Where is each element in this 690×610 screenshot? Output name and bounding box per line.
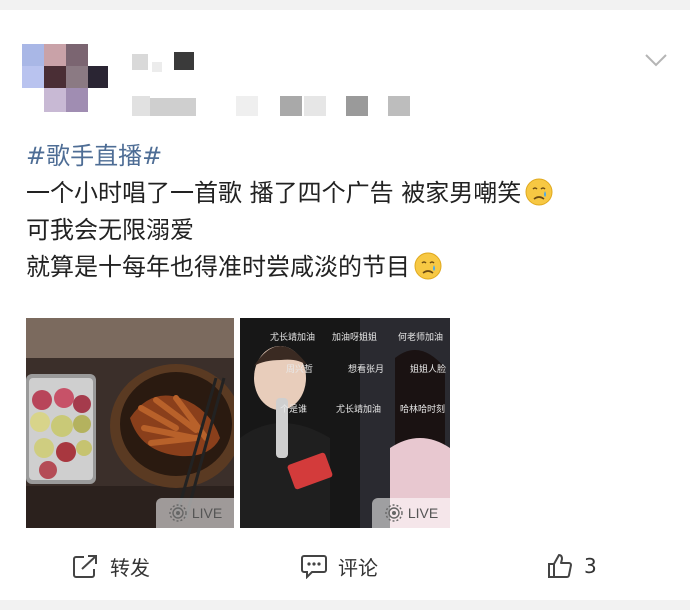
danmaku-comment: 姐姐人脸 bbox=[410, 365, 447, 375]
comment-label: 评论 bbox=[338, 555, 378, 580]
live-photo-stage[interactable]: 尤长靖加油 加油呀姐姐 何老师加油 周兴哲 想看张月 姐姐人脸 个是谁 尤长靖加… bbox=[240, 318, 450, 528]
like-count: 3 bbox=[584, 554, 597, 578]
danmaku-comment: 何老师加油 bbox=[398, 333, 444, 343]
post-body: #歌手直播# 一个小时唱了一首歌 播了四个广告 被家男嘲笑 可我会无限溺爱 就算… bbox=[26, 138, 666, 286]
crying-face-icon bbox=[414, 252, 442, 280]
chevron-down-icon[interactable] bbox=[644, 52, 668, 68]
stage-photo-illustration bbox=[240, 318, 450, 528]
danmaku-comment: 想看张月 bbox=[348, 365, 385, 375]
live-photo-food[interactable]: LIVE bbox=[26, 318, 234, 528]
post-line: 就算是十每年也得准时尝咸淡的节目 bbox=[26, 249, 666, 286]
post-line: 一个小时唱了一首歌 播了四个广告 被家男嘲笑 bbox=[26, 175, 666, 212]
post-card: #歌手直播# 一个小时唱了一首歌 播了四个广告 被家男嘲笑 可我会无限溺爱 就算… bbox=[0, 10, 690, 600]
live-photo-icon bbox=[169, 504, 187, 522]
comment-icon bbox=[301, 555, 327, 579]
danmaku-comment: 哈林哈时刻 bbox=[400, 405, 446, 415]
post-line: 可我会无限溺爱 bbox=[26, 216, 194, 244]
danmaku-comment: 尤长靖加油 bbox=[336, 405, 382, 415]
avatar[interactable] bbox=[22, 44, 108, 118]
food-photo-illustration bbox=[26, 318, 234, 528]
thumbs-up-icon bbox=[548, 554, 572, 578]
live-label: LIVE bbox=[407, 505, 439, 521]
danmaku-comment: 加油呀姐姐 bbox=[332, 333, 378, 343]
live-photo-icon bbox=[385, 504, 403, 522]
live-label: LIVE bbox=[191, 505, 223, 521]
repost-button[interactable]: 转发 bbox=[72, 548, 150, 584]
post-meta-redacted bbox=[132, 96, 412, 118]
like-button[interactable]: 3 bbox=[546, 548, 597, 584]
crying-face-icon bbox=[525, 178, 553, 206]
danmaku-comment: 个是谁 bbox=[280, 405, 308, 415]
hashtag-link[interactable]: #歌手直播# bbox=[26, 142, 162, 170]
repost-label: 转发 bbox=[110, 555, 150, 580]
share-icon bbox=[73, 555, 97, 578]
danmaku-comment: 尤长靖加油 bbox=[270, 333, 316, 343]
live-badge: LIVE bbox=[372, 498, 450, 528]
live-badge: LIVE bbox=[156, 498, 234, 528]
danmaku-comment: 周兴哲 bbox=[286, 365, 314, 375]
username-redacted[interactable] bbox=[132, 52, 212, 76]
comment-button[interactable]: 评论 bbox=[300, 548, 378, 584]
